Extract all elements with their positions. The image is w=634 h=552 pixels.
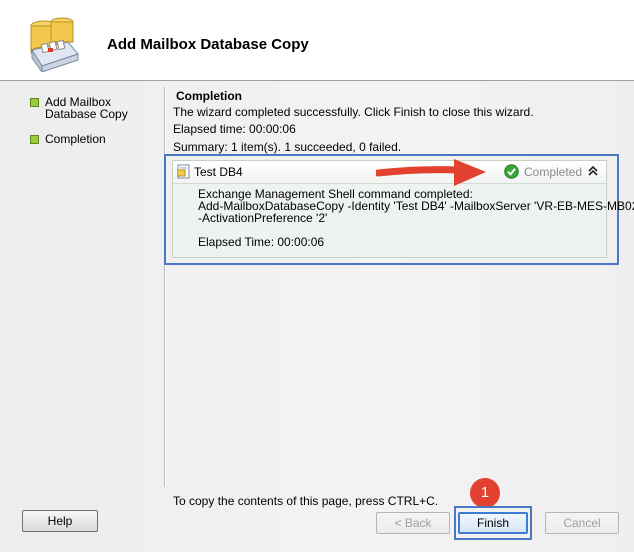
summary-text: Summary: 1 item(s). 1 succeeded, 0 faile… (173, 140, 402, 154)
nav-step-complete-icon (30, 135, 39, 144)
nav-item-label: Completion (45, 132, 106, 146)
task-document-icon (177, 164, 190, 179)
copy-hint: To copy the contents of this page, press… (173, 494, 439, 508)
success-check-icon (504, 164, 519, 179)
result-line: -ActivationPreference '2' (198, 211, 328, 225)
red-arrow-annotation (376, 159, 486, 186)
mailbox-database-icon (30, 17, 79, 72)
back-button[interactable]: < Back (376, 512, 450, 534)
result-status: Completed (524, 165, 583, 179)
collapse-chevron-icon[interactable] (587, 164, 599, 178)
nav-divider (164, 87, 166, 487)
result-line: Elapsed Time: 00:00:06 (198, 235, 325, 249)
finish-button[interactable]: Finish (458, 512, 528, 534)
wizard-header: Add Mailbox Database Copy (0, 0, 634, 81)
cancel-button[interactable]: Cancel (545, 512, 619, 534)
nav-step-complete-icon (30, 98, 39, 107)
result-details: Exchange Management Shell command comple… (198, 188, 634, 248)
wizard-content: Add Mailbox Database Copy Completion Com… (0, 81, 634, 552)
nav-item-label: Database Copy (45, 107, 128, 121)
section-title: Completion (176, 89, 242, 103)
wizard-title: Add Mailbox Database Copy (107, 36, 309, 53)
elapsed-time: Elapsed time: 00:00:06 (173, 122, 296, 136)
step-number-badge: 1 (470, 478, 500, 508)
help-button[interactable]: Help (22, 510, 98, 532)
result-item-name: Test DB4 (194, 165, 243, 179)
completion-description: The wizard completed successfully. Click… (173, 105, 534, 119)
